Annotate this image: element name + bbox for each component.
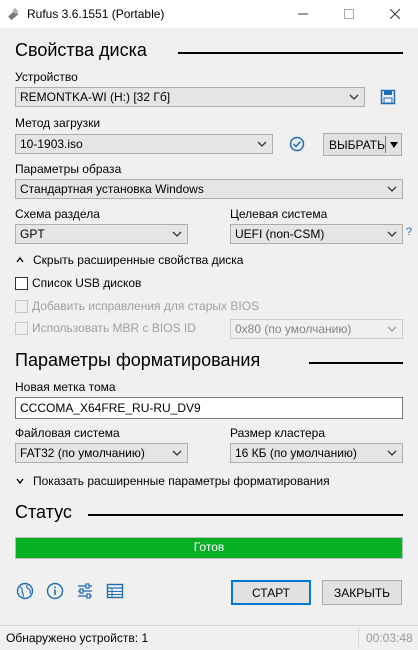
- maximize-icon: [344, 9, 354, 19]
- target-system-select[interactable]: UEFI (non-CSM): [230, 224, 403, 244]
- hide-advanced-drive-toggle[interactable]: Скрыть расширенные свойства диска: [15, 253, 243, 267]
- minimize-button[interactable]: [280, 0, 326, 28]
- cluster-size-value: 16 КБ (по умолчанию): [235, 446, 357, 460]
- volume-label-value: CCCOMA_X64FRE_RU-RU_DV9: [20, 401, 201, 415]
- close-window-button[interactable]: [372, 0, 418, 28]
- select-image-label: ВЫБРАТЬ: [329, 137, 385, 152]
- volume-label-label: Новая метка тома: [15, 380, 116, 394]
- list-usb-checkbox[interactable]: [15, 276, 28, 290]
- boot-selection-label: Метод загрузки: [15, 116, 101, 130]
- old-bios-label: Добавить исправления для старых BIOS: [32, 299, 260, 313]
- file-system-value: FAT32 (по умолчанию): [20, 446, 145, 460]
- language-globe-icon[interactable]: [16, 582, 34, 600]
- file-system-label: Файловая система: [15, 426, 120, 440]
- checkmark-circle-icon[interactable]: [289, 136, 305, 152]
- format-options-title: Параметры форматирования: [15, 350, 261, 370]
- boot-selection-value: 10-1903.iso: [20, 137, 83, 151]
- partition-scheme-label: Схема раздела: [15, 207, 100, 221]
- bios-id-select[interactable]: 0x80 (по умолчанию): [230, 319, 403, 339]
- help-link[interactable]: ?: [406, 226, 412, 238]
- maximize-button[interactable]: [326, 0, 372, 28]
- list-usb-drives-option[interactable]: Список USB дисков: [15, 276, 141, 290]
- usb-drive-icon: [8, 7, 19, 21]
- image-option-select[interactable]: Стандартная установка Windows: [15, 179, 403, 199]
- settings-sliders-icon[interactable]: [76, 582, 94, 600]
- image-option-label: Параметры образа: [15, 162, 122, 176]
- dropdown-triangle-icon[interactable]: [389, 140, 399, 150]
- start-button[interactable]: СТАРТ: [231, 580, 311, 605]
- file-system-select[interactable]: FAT32 (по умолчанию): [15, 443, 188, 463]
- log-table-icon[interactable]: [106, 582, 124, 600]
- close-button[interactable]: ЗАКРЫТЬ: [322, 580, 402, 605]
- status-bar: Обнаружено устройств: 1 00:03:48: [0, 625, 418, 650]
- hide-advanced-drive-label: Скрыть расширенные свойства диска: [33, 253, 244, 267]
- volume-label-input[interactable]: CCCOMA_X64FRE_RU-RU_DV9: [15, 397, 403, 419]
- drive-properties-title: Свойства диска: [15, 40, 147, 60]
- progress-text: Готов: [193, 540, 225, 554]
- section-divider: [178, 52, 403, 54]
- show-advanced-format-toggle[interactable]: Показать расширенные параметры форматиро…: [15, 474, 330, 488]
- use-mbr-label: Использовать MBR с BIOS ID: [32, 321, 196, 335]
- partition-scheme-select[interactable]: GPT: [15, 224, 188, 244]
- target-system-value: UEFI (non-CSM): [235, 227, 325, 241]
- old-bios-checkbox[interactable]: [15, 299, 28, 313]
- use-mbr-checkbox[interactable]: [15, 321, 28, 335]
- save-icon[interactable]: [380, 89, 396, 105]
- elapsed-timer: 00:03:48: [366, 631, 413, 645]
- status-progress-bar: Готов: [15, 537, 403, 559]
- chevron-down-icon: [172, 450, 182, 456]
- old-bios-fix-option[interactable]: Добавить исправления для старых BIOS: [15, 299, 259, 313]
- target-system-label: Целевая система: [230, 207, 328, 221]
- cluster-size-label: Размер кластера: [230, 426, 326, 440]
- chevron-down-icon: [172, 231, 182, 237]
- chevron-up-icon: [16, 256, 24, 263]
- cluster-size-select[interactable]: 16 КБ (по умолчанию): [230, 443, 403, 463]
- devices-found-text: Обнаружено устройств: 1: [6, 631, 149, 645]
- partition-scheme-value: GPT: [20, 227, 45, 241]
- device-select[interactable]: REMONTKA-WI (H:) [32 Гб]: [15, 87, 365, 107]
- info-icon[interactable]: [46, 582, 64, 600]
- chevron-down-icon: [349, 94, 359, 100]
- chevron-down-icon: [387, 450, 397, 456]
- chevron-down-icon: [16, 478, 24, 485]
- chevron-down-icon: [387, 186, 397, 192]
- select-image-button[interactable]: ВЫБРАТЬ: [323, 133, 402, 156]
- split-divider: [385, 136, 386, 153]
- use-mbr-option[interactable]: Использовать MBR с BIOS ID: [15, 321, 196, 335]
- section-divider: [88, 514, 403, 516]
- show-advanced-format-label: Показать расширенные параметры форматиро…: [33, 474, 330, 488]
- chevron-down-icon: [257, 141, 267, 147]
- chevron-down-icon: [387, 326, 397, 332]
- title-bar: Rufus 3.6.1551 (Portable): [0, 0, 418, 28]
- minimize-icon: [298, 13, 308, 15]
- statusbar-divider: [358, 628, 359, 647]
- window-title: Rufus 3.6.1551 (Portable): [27, 7, 165, 21]
- device-label: Устройство: [15, 70, 78, 84]
- image-option-value: Стандартная установка Windows: [20, 182, 204, 196]
- device-value: REMONTKA-WI (H:) [32 Гб]: [20, 90, 171, 104]
- status-title: Статус: [15, 502, 72, 522]
- chevron-down-icon: [387, 231, 397, 237]
- close-icon: [390, 9, 400, 19]
- list-usb-label: Список USB дисков: [32, 276, 142, 290]
- boot-selection-select[interactable]: 10-1903.iso: [15, 134, 273, 154]
- bios-id-value: 0x80 (по умолчанию): [235, 322, 352, 336]
- section-divider: [309, 362, 403, 364]
